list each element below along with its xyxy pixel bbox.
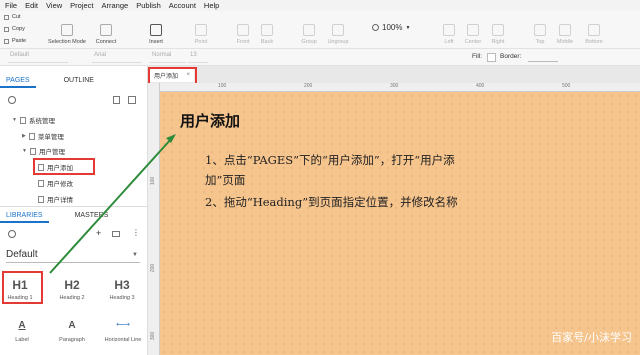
watermark: 百家号/小沫学习 — [551, 331, 632, 344]
arrow-line — [49, 137, 173, 274]
annotation-arrow — [49, 134, 176, 274]
